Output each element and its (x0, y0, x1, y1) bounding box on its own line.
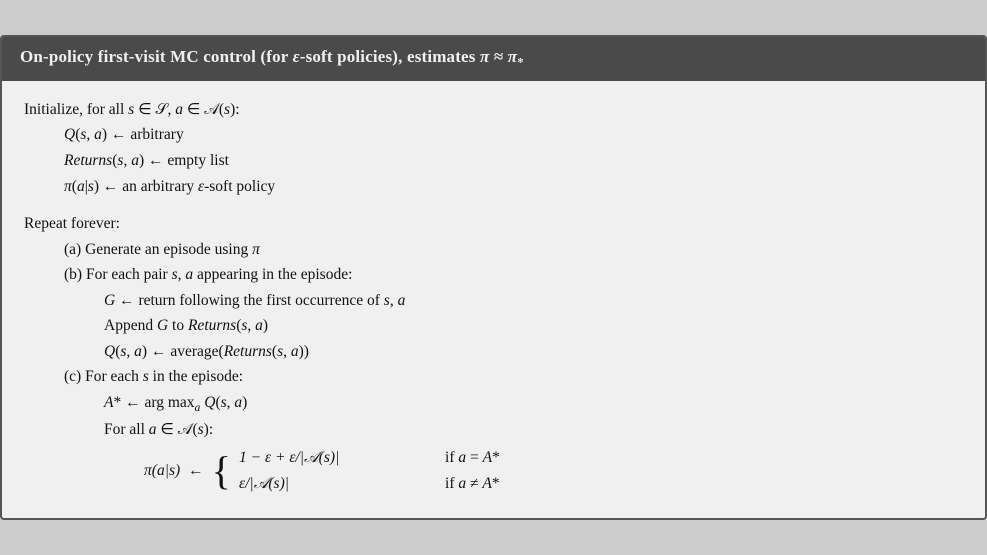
piecewise-arrow: ← (188, 458, 204, 484)
header-text: On-policy first-visit MC control (for ε-… (20, 47, 524, 66)
case-2-expr: ε/|𝒜(s)| (239, 471, 429, 497)
append-g-line: Append G to Returns(s, a) (24, 313, 963, 339)
case-1-expr: 1 − ε + ε/|𝒜(s)| (239, 445, 429, 471)
q-init-line: Q(s, a) ← arbitrary (24, 122, 963, 148)
step-c-line: (c) For each s in the episode: (24, 364, 963, 390)
algorithm-header: On-policy first-visit MC control (for ε-… (2, 37, 985, 80)
step-a-line: (a) Generate an episode using π (24, 237, 963, 263)
pi-init-line: π(a|s) ← an arbitrary ε-soft policy (24, 174, 963, 200)
left-brace: { (212, 451, 231, 491)
spacer-1 (24, 199, 963, 211)
repeat-line: Repeat forever: (24, 211, 963, 237)
returns-init-line: Returns(s, a) ← empty list (24, 148, 963, 174)
for-all-a-line: For all a ∈ 𝒜(s): (24, 417, 963, 443)
piecewise-cases: 1 − ε + ε/|𝒜(s)| if a = A* ε/|𝒜(s)| if a… (239, 445, 500, 498)
algorithm-body: Initialize, for all s ∈ 𝒮, a ∈ 𝒜(s): Q(s… (2, 81, 985, 518)
case-1-cond: if a = A* (445, 445, 500, 471)
q-update-line: Q(s, a) ← average(Returns(s, a)) (24, 339, 963, 365)
case-1-row: 1 − ε + ε/|𝒜(s)| if a = A* (239, 445, 500, 471)
algorithm-box: On-policy first-visit MC control (for ε-… (0, 35, 987, 519)
step-b-line: (b) For each pair s, a appearing in the … (24, 262, 963, 288)
piecewise-definition: π(a|s) ← { 1 − ε + ε/|𝒜(s)| if a = A* ε/… (24, 445, 963, 498)
initialize-line: Initialize, for all s ∈ 𝒮, a ∈ 𝒜(s): (24, 97, 963, 123)
a-star-line: A* ← arg maxa Q(s, a) (24, 390, 963, 417)
case-2-row: ε/|𝒜(s)| if a ≠ A* (239, 471, 500, 497)
g-def-line: G ← return following the first occurrenc… (24, 288, 963, 314)
case-2-cond: if a ≠ A* (445, 471, 500, 497)
pi-lhs: π(a|s) (144, 458, 180, 484)
